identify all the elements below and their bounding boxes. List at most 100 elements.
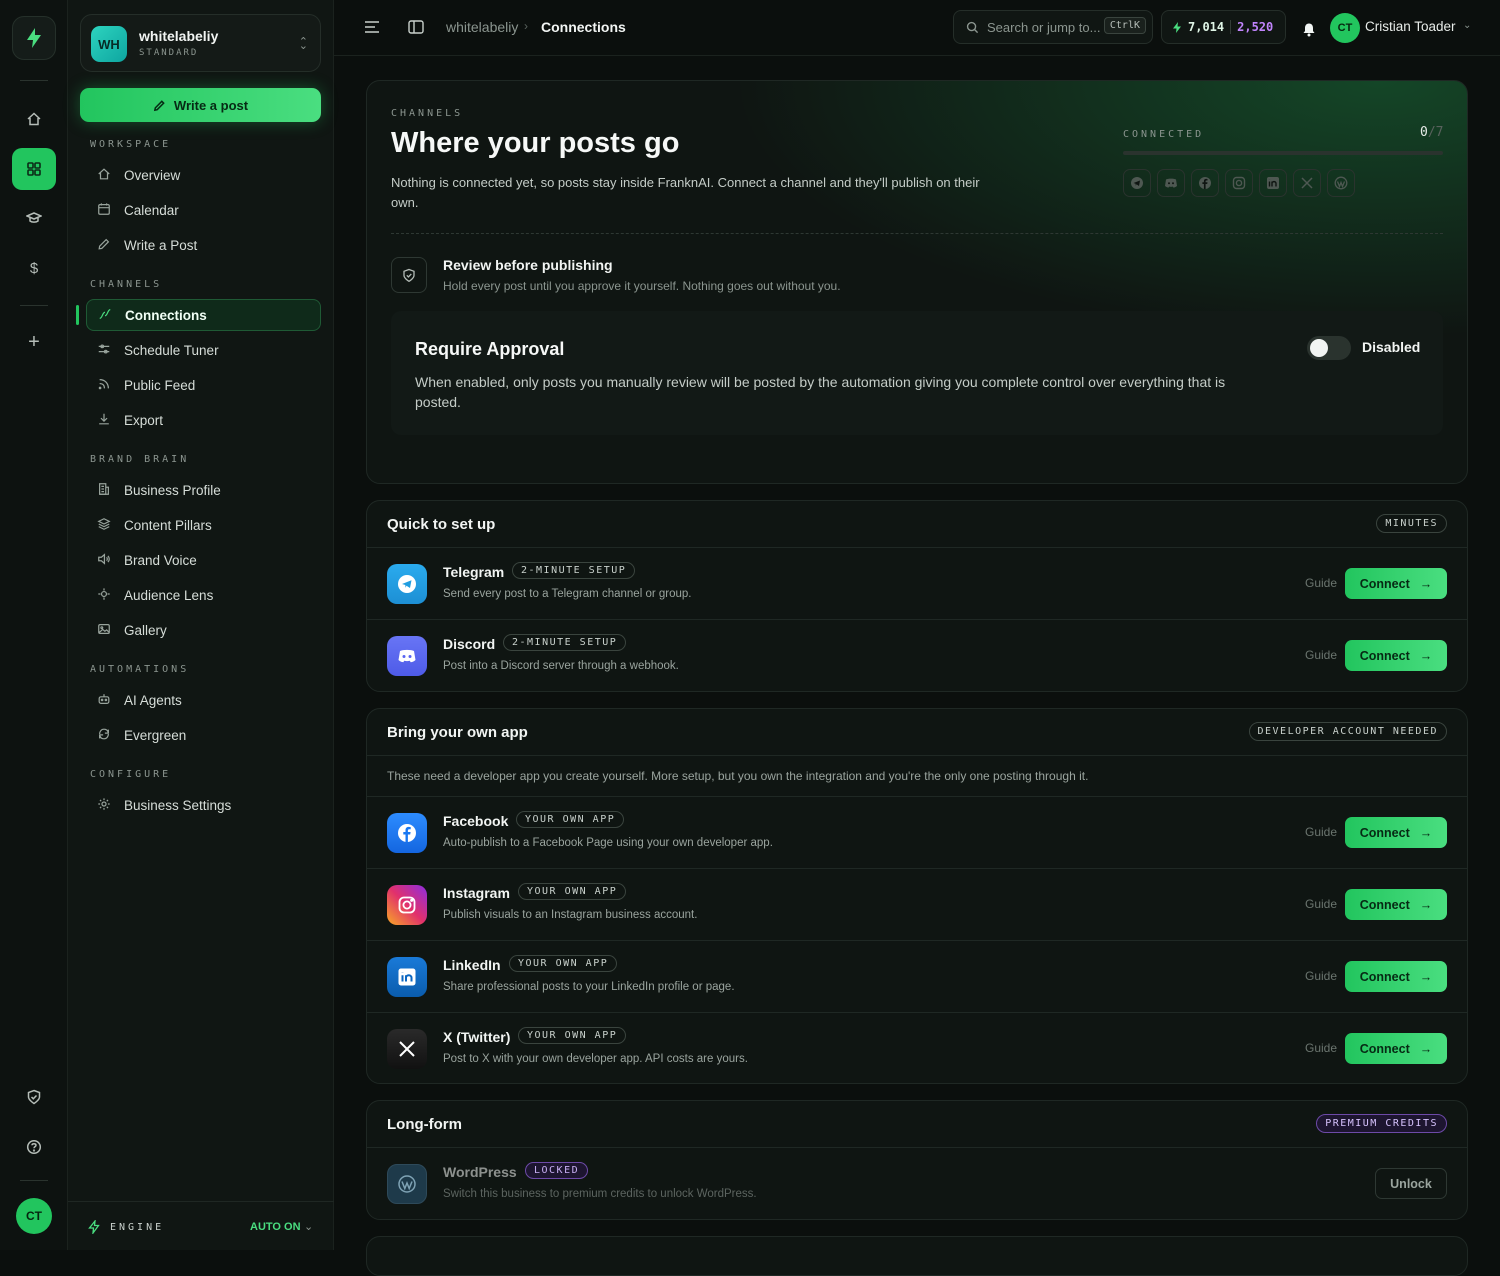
sidebar-item-label: Overview (124, 167, 181, 183)
approval-toggle[interactable] (1307, 336, 1351, 360)
app-description: Post into a Discord server through a web… (443, 660, 679, 672)
gear-icon (96, 797, 112, 814)
app-list: Telegram 2-MINUTE SETUP Send every post to… (367, 548, 1467, 691)
crosshair-icon (96, 587, 112, 604)
breadcrumb-workspace[interactable]: whitelabeliy (446, 19, 518, 35)
user-avatar[interactable]: CT (1330, 13, 1360, 43)
robot-icon (96, 692, 112, 709)
guide-link[interactable]: Guide (1305, 825, 1337, 839)
sidebar-item-business-settings[interactable]: Business Settings (86, 789, 321, 821)
sidebar-item-label: Evergreen (124, 727, 187, 743)
sidebar-item-brand-voice[interactable]: Brand Voice (86, 544, 321, 576)
review-title: Review before publishing (443, 257, 613, 273)
nav-section-label: WORKSPACE (90, 139, 172, 150)
engine-toggle[interactable]: ENGINE AUTO ON ⌄ (68, 1201, 334, 1250)
home-icon[interactable] (12, 99, 56, 139)
sidebar-item-label: Content Pillars (124, 517, 212, 533)
sidebar-item-calendar[interactable]: Calendar (86, 194, 321, 226)
workspace-switcher[interactable]: WH whitelabeliy STANDARD ⌃ ⌄ (80, 14, 321, 72)
sidebar-item-label: Gallery (124, 622, 167, 638)
arrow-right-icon: → (1419, 969, 1433, 984)
app-row-discord: Discord 2-MINUTE SETUP Post into a Discord… (367, 620, 1467, 691)
toggle-knob (1310, 339, 1328, 357)
sidebar-item-audience-lens[interactable]: Audience Lens (86, 579, 321, 611)
approval-toggle-label: Disabled (1362, 339, 1421, 355)
next-section-card (366, 1236, 1468, 1276)
sidebar: WH whitelabeliy STANDARD ⌃ ⌄ Write a post… (68, 0, 334, 1250)
pencil-icon (96, 237, 112, 254)
plus-icon[interactable]: + (12, 322, 56, 362)
app-row-wordpress: WordPress LOCKED Switch this business to p… (367, 1148, 1467, 1219)
chevron-down-icon[interactable]: ⌄ (1463, 20, 1471, 31)
building-icon (96, 482, 112, 499)
section-header: Quick to set up MINUTES (367, 501, 1467, 548)
connect-label: Connect (1359, 576, 1410, 591)
sidebar-item-overview[interactable]: Overview (86, 159, 321, 191)
unlock-button[interactable]: Unlock (1375, 1168, 1447, 1199)
require-approval-panel: Require Approval When enabled, only post… (391, 311, 1443, 435)
app-tag: YOUR OWN APP (518, 1027, 627, 1044)
shield-icon[interactable] (12, 1077, 56, 1117)
bolt-logo-icon[interactable] (12, 16, 56, 60)
sidebar-item-label: Public Feed (124, 377, 196, 393)
panel-toggle-icon[interactable] (408, 20, 424, 39)
help-icon[interactable] (12, 1127, 56, 1167)
workspace-name: whitelabeliy (139, 28, 219, 44)
speaker-icon (96, 552, 112, 569)
dollar-icon[interactable]: $ (12, 248, 56, 288)
byo-app-card: Bring your own app DEVELOPER ACCOUNT NEE… (366, 708, 1468, 1084)
sidebar-item-ai-agents[interactable]: AI Agents (86, 684, 321, 716)
write-post-button[interactable]: Write a post (80, 88, 321, 122)
connect-button[interactable]: Connect → (1345, 568, 1447, 599)
connect-button[interactable]: Connect → (1345, 961, 1447, 992)
app-description: Switch this business to premium credits … (443, 1188, 757, 1200)
approval-description: When enabled, only posts you manually re… (415, 374, 1226, 410)
guide-link[interactable]: Guide (1305, 969, 1337, 983)
page-title: Connections (541, 19, 626, 35)
credits-counter[interactable]: 7,014 2,520 (1161, 10, 1286, 44)
breadcrumb-separator: › (524, 19, 528, 33)
connect-label: Connect (1359, 1041, 1410, 1056)
sidebar-item-schedule-tuner[interactable]: Schedule Tuner (86, 334, 321, 366)
section-header: Long-form PREMIUM CREDITS (367, 1101, 1467, 1148)
app-tag: LOCKED (525, 1162, 589, 1179)
bolt-icon (1173, 21, 1181, 33)
arrow-right-icon: → (1419, 1041, 1433, 1056)
menu-icon[interactable] (364, 20, 380, 39)
guide-link[interactable]: Guide (1305, 1041, 1337, 1055)
connect-button[interactable]: Connect → (1345, 889, 1447, 920)
sidebar-item-public-feed[interactable]: Public Feed (86, 369, 321, 401)
dashboard-grid-icon[interactable] (12, 148, 56, 190)
connect-button[interactable]: Connect → (1345, 640, 1447, 671)
search-icon (966, 21, 979, 34)
app-description: Publish visuals to an Instagram business… (443, 909, 698, 921)
connect-button[interactable]: Connect → (1345, 817, 1447, 848)
sidebar-item-content-pillars[interactable]: Content Pillars (86, 509, 321, 541)
app-list: WordPress LOCKED Switch this business to p… (367, 1148, 1467, 1219)
sidebar-item-gallery[interactable]: Gallery (86, 614, 321, 646)
avatar[interactable]: CT (16, 1198, 52, 1234)
link-icon (97, 307, 113, 324)
sidebar-item-evergreen[interactable]: Evergreen (86, 719, 321, 751)
user-name[interactable]: Cristian Toader (1365, 19, 1456, 34)
sidebar-item-connections[interactable]: Connections (86, 299, 321, 331)
sidebar-item-write-a-post[interactable]: Write a Post (86, 229, 321, 261)
telegram-icon (1123, 169, 1151, 197)
app-tag: 2-MINUTE SETUP (503, 634, 627, 651)
home-icon (96, 167, 112, 184)
app-description: Share professional posts to your LinkedI… (443, 981, 735, 993)
graduation-cap-icon[interactable] (12, 198, 56, 238)
download-icon (96, 412, 112, 429)
app-name: Telegram (443, 564, 505, 580)
engine-value: AUTO ON (250, 1221, 301, 1233)
calendar-icon (96, 202, 112, 219)
sidebar-item-business-profile[interactable]: Business Profile (86, 474, 321, 506)
guide-link[interactable]: Guide (1305, 897, 1337, 911)
x-icon (387, 1029, 427, 1069)
connect-button[interactable]: Connect → (1345, 1033, 1447, 1064)
guide-link[interactable]: Guide (1305, 576, 1337, 590)
search-input[interactable]: Search or jump to... CtrlK (953, 10, 1153, 44)
bell-icon[interactable] (1302, 22, 1316, 42)
guide-link[interactable]: Guide (1305, 648, 1337, 662)
sidebar-item-export[interactable]: Export (86, 404, 321, 436)
